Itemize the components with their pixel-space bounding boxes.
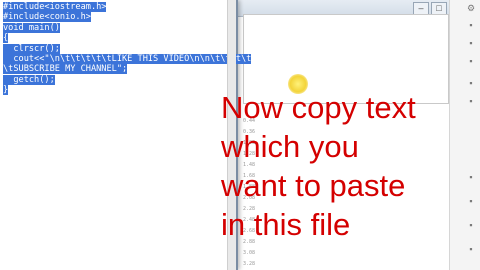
code-line[interactable]: \tSUBSCRIBE MY CHANNEL"; <box>3 64 251 75</box>
toolbar-icon[interactable]: ▪ <box>466 56 476 66</box>
tutorial-caption: Now copy text which you want to paste in… <box>221 88 416 244</box>
ruler-mark: 3.08 <box>243 250 256 256</box>
settings-icon[interactable]: ⚙ <box>466 3 476 13</box>
caption-line: want to paste <box>221 168 406 203</box>
code-line[interactable]: clrscr(); <box>3 43 251 54</box>
caption-line: in this file <box>221 207 351 242</box>
code-line[interactable]: #include<iostream.h> <box>3 2 251 12</box>
side-panel: ⚙ ▪ ▪ ▪ ▪ ▪ ▪ ▪ ▪ ▪ <box>449 0 480 270</box>
code-line[interactable]: void main() <box>3 22 251 33</box>
code-line[interactable]: #include<conio.h> <box>3 12 251 23</box>
code-line[interactable]: cout<<"\n\t\t\t\t\tLIKE THIS VIDEO\n\n\t… <box>3 53 252 64</box>
toolbar-icon[interactable]: ▪ <box>466 244 476 254</box>
ruler-mark: 3.28 <box>243 261 256 267</box>
toolbar-icon[interactable]: ▪ <box>466 20 476 30</box>
toolbar-icon[interactable]: ▪ <box>466 38 476 48</box>
code-editor-window[interactable]: #include<iostream.h> #include<conio.h> v… <box>0 0 252 270</box>
code-line[interactable]: { <box>3 33 251 44</box>
selected-code[interactable]: #include<iostream.h> #include<conio.h> v… <box>3 2 252 96</box>
code-line[interactable]: getch(); <box>3 74 251 85</box>
caption-line: which you <box>221 129 359 164</box>
toolbar-icon[interactable]: ▪ <box>466 172 476 182</box>
caption-line: Now copy text <box>221 90 416 125</box>
toolbar-icon[interactable]: ▪ <box>466 196 476 206</box>
toolbar-icon[interactable]: ▪ <box>466 220 476 230</box>
toolbar-icon[interactable]: ▪ <box>466 78 476 88</box>
toolbar-icon[interactable]: ▪ <box>466 96 476 106</box>
code-line[interactable]: } <box>3 85 251 96</box>
